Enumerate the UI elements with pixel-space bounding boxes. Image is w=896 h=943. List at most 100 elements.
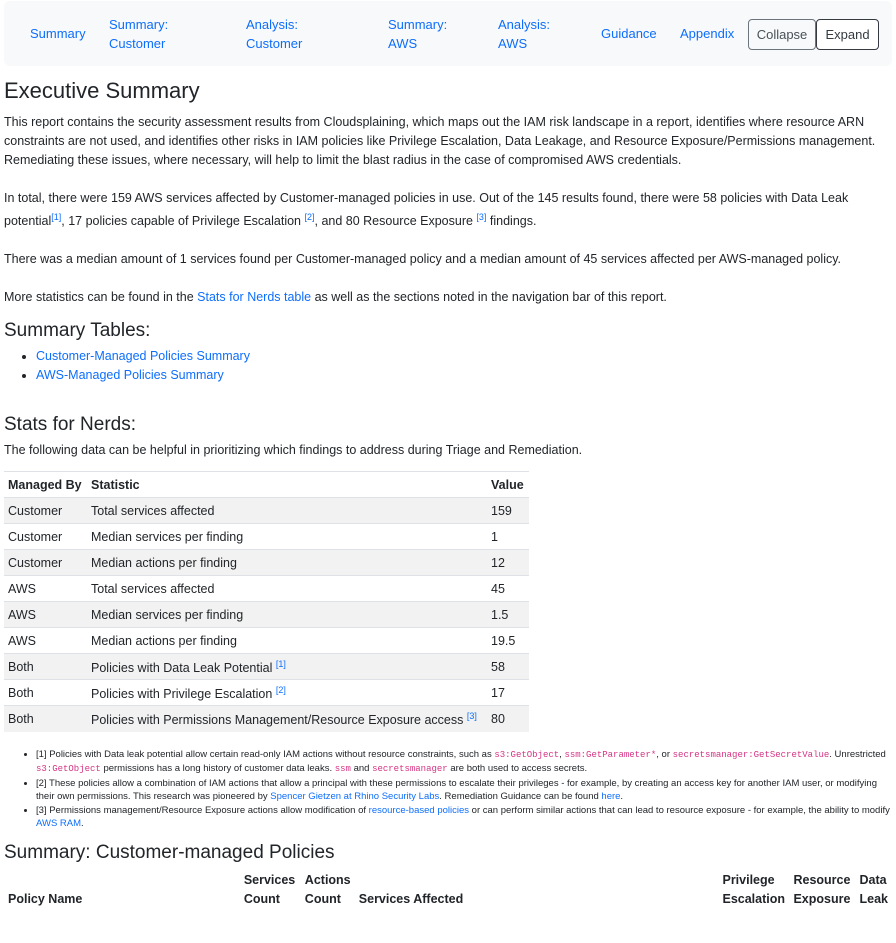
header-privilege-escalation[interactable]: Privilege Escalation [718, 871, 789, 909]
table-header-row: Managed By Statistic Value [4, 471, 529, 499]
stats-ref-link[interactable]: [1] [276, 659, 286, 669]
cell-managed-by: Customer [4, 549, 87, 576]
aws-ram-link[interactable]: AWS RAM [36, 818, 81, 829]
cell-statistic: Total services affected [87, 575, 487, 602]
cell-value-text: 17 [491, 685, 505, 700]
customer-summary-title: Summary: Customer-managed Policies [4, 841, 335, 863]
cell-managed-by-text: Both [8, 685, 34, 700]
footnote-text: or can perform similar actions that can … [469, 804, 890, 816]
cell-value: 1 [487, 523, 529, 550]
footnote-text: . [81, 818, 84, 830]
cell-statistic-text: Median actions per finding [91, 555, 237, 570]
stats-ref-link[interactable]: [2] [276, 685, 286, 695]
collapse-button[interactable]: Collapse [748, 19, 816, 50]
table-row: Both Policies with Data Leak Potential [1… [4, 653, 529, 680]
customer-summary-table: Policy Name Services Count Actions Count… [4, 871, 892, 909]
p4-text-a: More statistics can be found in the [4, 290, 198, 305]
header-policy-name[interactable]: Policy Name [4, 871, 240, 909]
footnote-3: [3] Permissions management/Resource Expo… [36, 804, 892, 831]
cell-value: 17 [487, 679, 529, 706]
cell-statistic-text: Policies with Permissions Management/Res… [91, 712, 464, 727]
nav-link-summary-customer[interactable]: Summary: Customer [109, 15, 179, 53]
nav-link-analysis-aws[interactable]: Analysis: AWS [498, 15, 558, 53]
main-content: Executive Summary This report contains t… [4, 70, 892, 909]
p4-text-b: as well as the sections noted in the nav… [311, 290, 667, 305]
footnote-text: . Unrestricted [829, 748, 886, 760]
executive-paragraph-3: There was a median amount of 1 services … [4, 252, 842, 267]
header-services-affected[interactable]: Services Affected [355, 871, 719, 909]
cell-statistic: Policies with Data Leak Potential [1] [87, 653, 487, 680]
header-resource-exposure[interactable]: Resource Exposure [789, 871, 855, 909]
cell-managed-by: Customer [4, 523, 87, 550]
footnote-text: [1] Policies with Data leak potential al… [36, 748, 495, 760]
cell-managed-by: Both [4, 653, 87, 680]
table-row: AWS Median actions per finding 19.5 [4, 627, 529, 654]
code-snippet: s3:GetObject [494, 749, 560, 760]
cell-value: 58 [487, 653, 529, 680]
ref-link-2[interactable]: [2] [304, 212, 314, 222]
cell-statistic-text: Total services affected [91, 581, 215, 596]
aws-managed-summary-link[interactable]: AWS-Managed Policies Summary [36, 368, 224, 382]
footnote-text: are both used to access secrets. [447, 763, 588, 775]
executive-paragraph-1: This report contains the security assess… [4, 115, 876, 167]
footnote-text: . Remediation Guidance can be found [439, 791, 602, 803]
ref-link-1[interactable]: [1] [51, 212, 61, 222]
header-managed-by: Managed By [4, 471, 87, 499]
cell-statistic-text: Median services per finding [91, 529, 244, 544]
table-row: Both Policies with Permissions Management… [4, 705, 529, 732]
nav-link-analysis-customer[interactable]: Analysis: Customer [246, 15, 316, 53]
stats-ref-link[interactable]: [3] [467, 711, 477, 721]
rhino-security-link[interactable]: Spencer Gietzen at Rhino Security Labs [270, 791, 439, 802]
nav-link-summary[interactable]: Summary [30, 24, 100, 43]
list-item: AWS-Managed Policies Summary [36, 366, 892, 385]
summary-tables-list: Customer-Managed Policies Summary AWS-Ma… [4, 347, 892, 385]
footnote-text: [3] Permissions management/Resource Expo… [36, 804, 369, 816]
cell-managed-by: AWS [4, 601, 87, 628]
cell-value: 1.5 [487, 601, 529, 628]
stats-table-body: Customer Total services affected 159 Custom… [4, 497, 529, 732]
header-actions-count[interactable]: Actions Count [301, 871, 355, 909]
table-row: Customer Median actions per finding 12 [4, 549, 529, 576]
footnote-1: [1] Policies with Data leak potential al… [36, 748, 892, 777]
ref-link-3[interactable]: [3] [476, 212, 486, 222]
cell-managed-by: Both [4, 679, 87, 706]
cell-managed-by: Both [4, 705, 87, 732]
header-data-leak[interactable]: Data Leak [856, 871, 892, 909]
cell-statistic: Median services per finding [87, 523, 487, 550]
footnote-2: [2] These policies allow a combination o… [36, 777, 892, 804]
code-snippet: secretsmanager:GetSecretValue [672, 749, 830, 760]
cell-value: 159 [487, 497, 529, 524]
cell-managed-by-text: AWS [8, 633, 37, 648]
stats-for-nerds-title: Stats for Nerds: [4, 414, 136, 436]
stats-for-nerds-link[interactable]: Stats for Nerds table [197, 290, 311, 304]
nav-link-appendix[interactable]: Appendix [680, 24, 750, 43]
cell-value-text: 80 [491, 711, 505, 726]
resource-based-policies-link[interactable]: resource-based policies [369, 805, 469, 816]
top-navbar: Summary Summary: Customer Analysis: Cust… [4, 1, 892, 66]
cell-value-text: 1.5 [491, 607, 509, 622]
p2-text-d: findings. [486, 214, 537, 229]
remediation-guidance-link[interactable]: here [601, 791, 620, 802]
footnotes-list: [1] Policies with Data leak potential al… [4, 748, 892, 831]
p2-text-b: , 17 policies capable of Privilege Escal… [61, 214, 305, 229]
cell-managed-by-text: AWS [8, 581, 37, 596]
code-snippet: ssm:GetParameter* [564, 749, 657, 760]
nav-link-guidance[interactable]: Guidance [601, 24, 671, 43]
cell-value: 80 [487, 705, 529, 732]
cell-statistic-text: Total services affected [91, 503, 215, 518]
header-value: Value [487, 471, 529, 499]
code-snippet: secretsmanager [372, 764, 448, 775]
stats-table: Managed By Statistic Value Customer Total… [4, 471, 529, 732]
table-row: Both Policies with Privilege Escalation [… [4, 679, 529, 706]
cell-value: 12 [487, 549, 529, 576]
nav-link-summary-aws[interactable]: Summary: AWS [388, 15, 458, 53]
header-services-count[interactable]: Services Count [240, 871, 301, 909]
code-snippet: ssm [334, 764, 351, 775]
cell-managed-by: AWS [4, 575, 87, 602]
expand-button[interactable]: Expand [816, 19, 879, 50]
customer-managed-summary-link[interactable]: Customer-Managed Policies Summary [36, 349, 250, 363]
cell-managed-by: AWS [4, 627, 87, 654]
summary-tables-title: Summary Tables: [4, 320, 151, 342]
executive-paragraph-4: More statistics can be found in the Stat… [4, 288, 892, 307]
cell-value: 45 [487, 575, 529, 602]
